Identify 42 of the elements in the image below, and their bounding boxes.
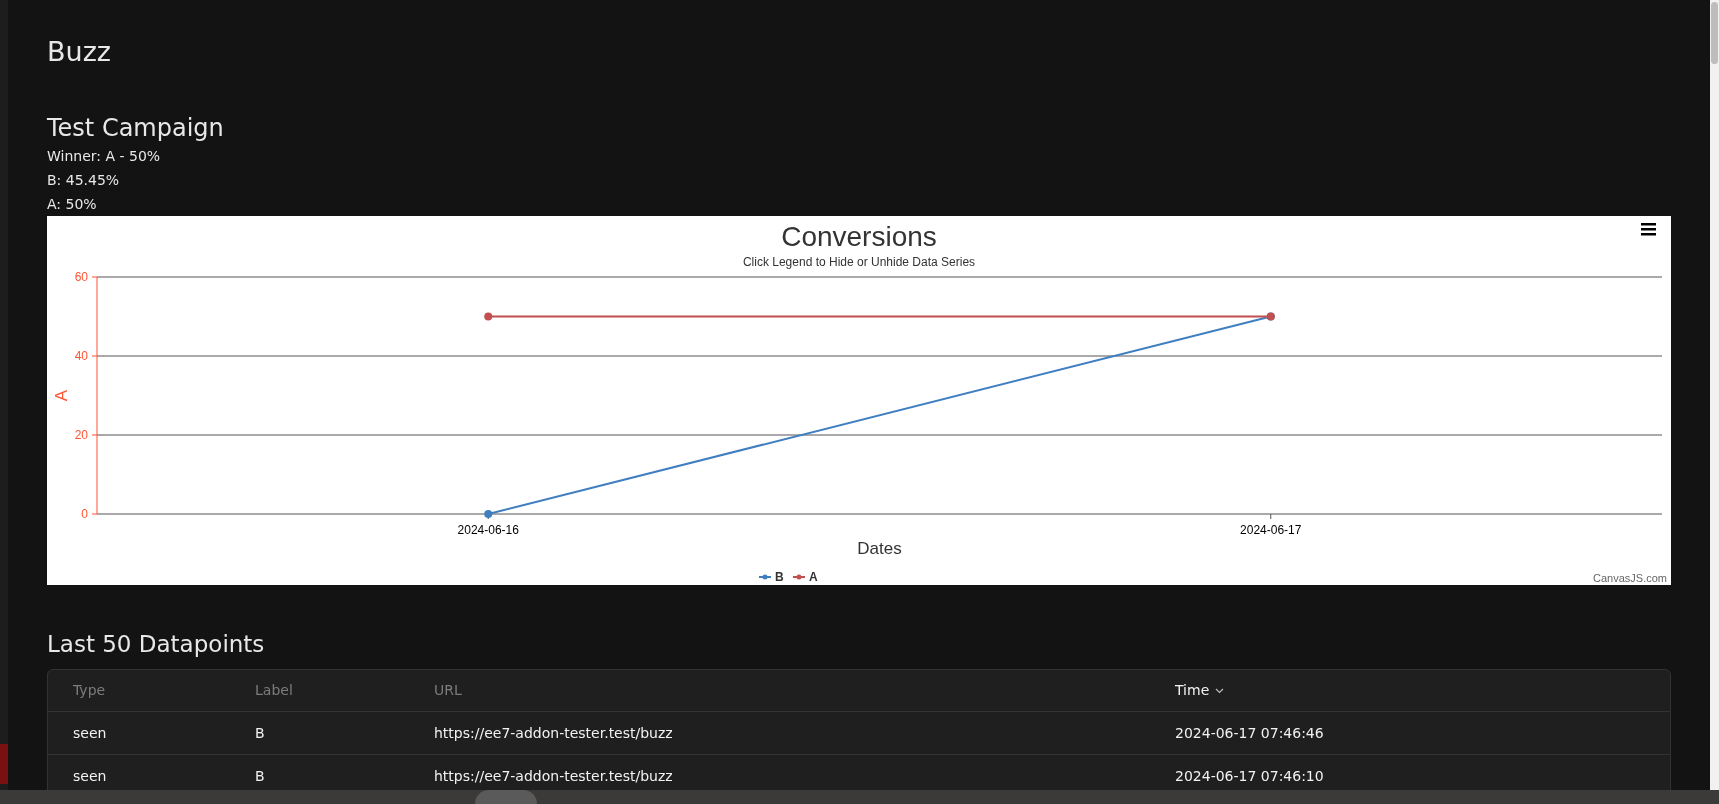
side-marker [0,744,8,784]
section-title: Last 50 Datapoints [47,630,266,659]
table-cell: B [255,768,265,784]
y-tick-label: 20 [74,428,88,442]
table-cell: 2024-06-17 07:46:46 [1175,725,1324,741]
x-tick-label: 2024-06-17 [1240,523,1302,537]
stat-line: Winner: A - 50% [47,147,162,166]
chart-title: Conversions [781,221,937,252]
menu-icon[interactable] [1641,223,1656,236]
page-title: Buzz [47,35,112,69]
table-cell: B [255,725,265,741]
column-header[interactable]: Label [255,680,293,701]
stat-line: B: 45.45% [47,171,121,190]
horizontal-scrollbar[interactable] [0,790,1719,804]
x-tick-label: 2024-06-16 [457,523,519,537]
table-cell: https://ee7-addon-tester.test/buzz [434,768,673,784]
vertical-scrollbar[interactable] [1710,0,1719,790]
chevron-down-icon [1215,687,1225,694]
legend-label: B [775,570,784,584]
campaign-title: Test Campaign [47,113,225,143]
table-cell: seen [73,725,107,741]
chart-credit[interactable]: CanvasJS.com [1593,572,1667,584]
data-point [484,510,493,518]
scrollbar-thumb[interactable] [1711,2,1718,64]
column-header[interactable]: Time [1175,680,1225,701]
column-header[interactable]: Type [73,680,106,701]
legend-item[interactable]: A [792,570,818,584]
y-tick-label: 40 [74,349,88,363]
y-axis-title: A [52,389,71,402]
legend-item[interactable]: B [758,570,784,584]
table-cell: 2024-06-17 07:46:10 [1175,768,1324,784]
column-header[interactable]: URL [434,680,462,701]
y-tick-label: 60 [74,270,88,284]
x-axis-title: Dates [857,539,902,558]
scrollbar-thumb[interactable] [475,790,537,804]
data-point [484,312,493,321]
legend-label: A [809,570,818,584]
table-cell: seen [73,768,107,784]
table-cell: https://ee7-addon-tester.test/buzz [434,725,673,741]
stat-line: A: 50% [47,195,98,214]
y-tick-label: 0 [81,507,88,521]
chart-subtitle: Click Legend to Hide or Unhide Data Series [742,255,976,269]
